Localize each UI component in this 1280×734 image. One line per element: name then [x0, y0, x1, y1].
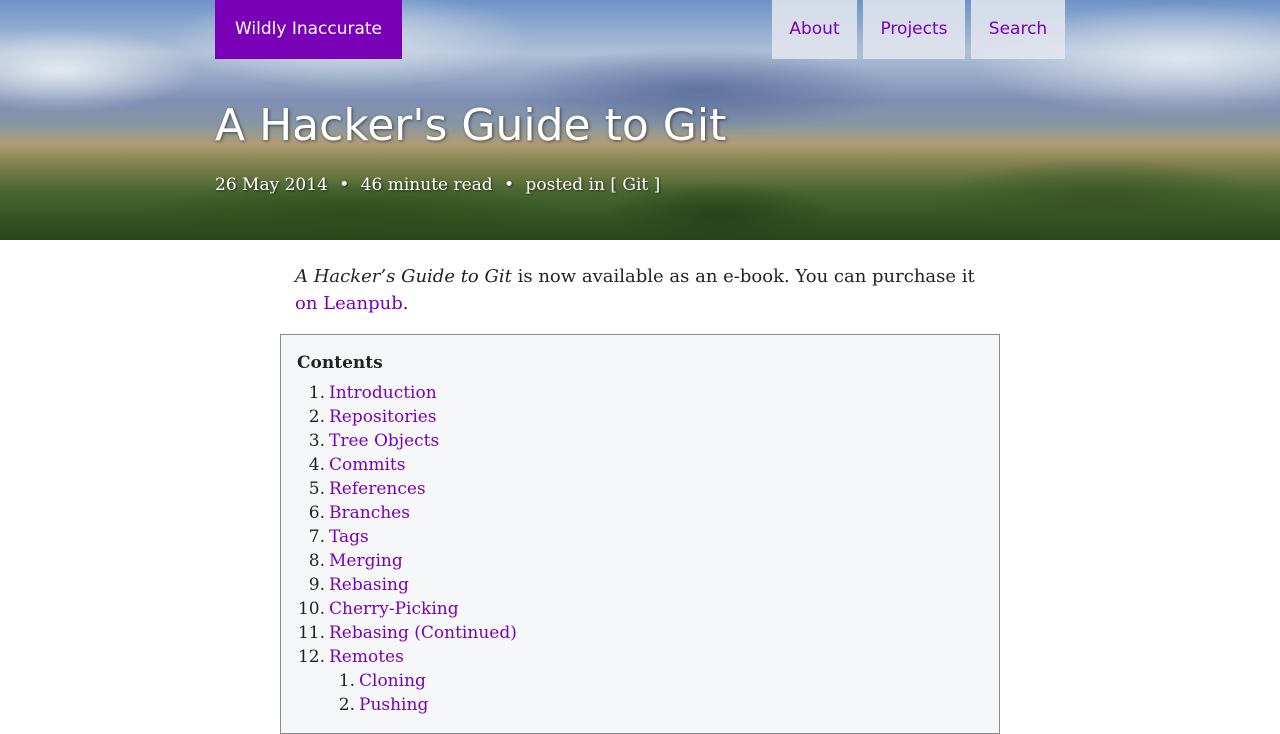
category-close-bracket: ] — [653, 175, 661, 195]
toc-link-cherry-picking[interactable]: Cherry-Picking — [329, 597, 459, 621]
toc-link-branches[interactable]: Branches — [329, 501, 410, 525]
toc-item-number: 2. — [308, 407, 325, 427]
toc-link-references[interactable]: References — [329, 477, 426, 501]
toc-sub-item-number: 1. — [338, 671, 355, 691]
nav-projects-link[interactable]: Projects — [863, 0, 965, 59]
toc-link-merging[interactable]: Merging — [329, 549, 403, 573]
nav-about-link[interactable]: About — [772, 0, 857, 59]
toc-link-pushing[interactable]: Pushing — [359, 693, 428, 717]
toc-link-commits[interactable]: Commits — [329, 453, 405, 477]
toc-link-tags[interactable]: Tags — [329, 525, 369, 549]
toc-item: 9. Rebasing — [297, 573, 983, 597]
toc-item-number: 1. — [308, 383, 325, 403]
category-link-git[interactable]: Git — [622, 175, 648, 195]
toc-item-number: 8. — [308, 551, 325, 571]
hero-header: Wildly Inaccurate About Projects Search … — [0, 0, 1280, 240]
toc-item: 3. Tree Objects — [297, 429, 983, 453]
toc-sub-item: 2. Pushing — [297, 693, 983, 717]
post-content: A Hacker’s Guide to Git is now available… — [280, 240, 1000, 734]
toc-item-number: 7. — [308, 527, 325, 547]
toc-link-repositories[interactable]: Repositories — [329, 405, 437, 429]
toc-link-rebasing[interactable]: Rebasing — [329, 573, 409, 597]
post-date: 26 May 2014 — [215, 175, 328, 195]
toc-item: 1. Introduction — [297, 381, 983, 405]
toc-link-tree-objects[interactable]: Tree Objects — [329, 429, 439, 453]
toc-item: 12. Remotes — [297, 645, 983, 669]
posted-in-label: posted in — [525, 175, 605, 195]
toc-sub-item-number: 2. — [338, 695, 355, 715]
toc-item-number: 5. — [308, 479, 325, 499]
toc-item: 10. Cherry-Picking — [297, 597, 983, 621]
post-title: A Hacker's Guide to Git — [215, 100, 727, 151]
toc-item: 11. Rebasing (Continued) — [297, 621, 983, 645]
meta-separator: • — [504, 175, 515, 195]
toc-link-rebasing-continued[interactable]: Rebasing (Continued) — [329, 621, 517, 645]
toc-item-number: 3. — [308, 431, 325, 451]
toc-item: 2. Repositories — [297, 405, 983, 429]
ebook-notice-text: is now available as an e-book. You can p… — [511, 266, 975, 287]
table-of-contents: Contents 1. Introduction 2. Repositories 3… — [280, 334, 1000, 734]
toc-item: 8. Merging — [297, 549, 983, 573]
post-meta: 26 May 2014 • 46 minute read • posted in… — [215, 175, 660, 195]
ebook-notice: A Hacker’s Guide to Git is now available… — [295, 263, 985, 317]
toc-link-cloning[interactable]: Cloning — [359, 669, 426, 693]
nav-search-link[interactable]: Search — [971, 0, 1065, 59]
toc-list: 1. Introduction 2. Repositories 3. Tree Obj… — [297, 381, 983, 717]
toc-heading: Contents — [297, 353, 383, 373]
toc-sub-item: 1. Cloning — [297, 669, 983, 693]
book-title: A Hacker’s Guide to Git — [295, 266, 512, 287]
toc-item: 6. Branches — [297, 501, 983, 525]
main-nav: About Projects Search — [772, 0, 1065, 59]
toc-item-number: 9. — [308, 575, 325, 595]
toc-item: 4. Commits — [297, 453, 983, 477]
toc-item-number: 11. — [297, 623, 325, 643]
toc-item: 5. References — [297, 477, 983, 501]
toc-item-number: 6. — [308, 503, 325, 523]
toc-item-number: 4. — [308, 455, 325, 475]
toc-item-number: 12. — [297, 647, 325, 667]
site-title-link[interactable]: Wildly Inaccurate — [215, 0, 402, 59]
leanpub-link[interactable]: on Leanpub — [295, 293, 403, 314]
category-open-bracket: [ — [610, 175, 617, 195]
toc-item: 7. Tags — [297, 525, 983, 549]
ebook-notice-end: . — [402, 293, 409, 314]
toc-link-remotes[interactable]: Remotes — [329, 645, 404, 669]
reading-time: 46 minute read — [360, 175, 493, 195]
toc-item-number: 10. — [297, 599, 325, 619]
toc-link-introduction[interactable]: Introduction — [329, 381, 437, 405]
meta-separator: • — [339, 175, 350, 195]
